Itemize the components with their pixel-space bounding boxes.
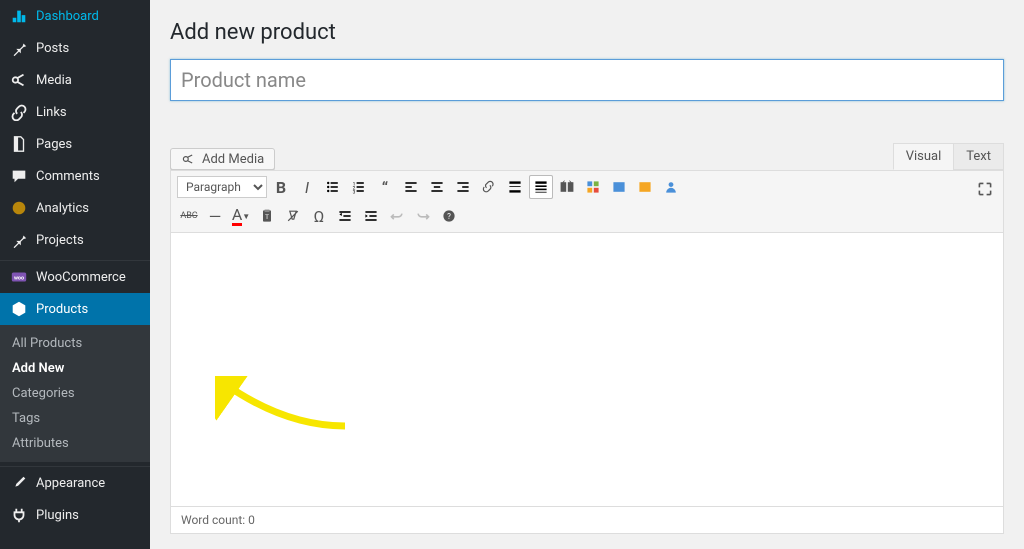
align-right-button[interactable] (451, 175, 475, 199)
sidebar-item-woocommerce[interactable]: woo WooCommerce (0, 261, 150, 293)
media-icon (10, 71, 28, 89)
horizontal-rule-button[interactable]: — (203, 204, 227, 228)
main-content: Add new product Add Media Visual Text Pa… (150, 0, 1024, 549)
gallery-button[interactable] (581, 175, 605, 199)
submenu-item-categories[interactable]: Categories (0, 381, 150, 406)
sidebar-item-posts[interactable]: Posts (0, 32, 150, 64)
user-button[interactable] (659, 175, 683, 199)
media-icon (181, 151, 197, 167)
comment-icon (10, 167, 28, 185)
brush-icon (10, 474, 28, 492)
outdent-button[interactable] (333, 204, 357, 228)
sidebar-item-label: Links (36, 105, 67, 120)
tab-visual[interactable]: Visual (893, 143, 955, 170)
submenu-item-attributes[interactable]: Attributes (0, 431, 150, 456)
indent-button[interactable] (359, 204, 383, 228)
woo-icon: woo (10, 268, 28, 286)
word-count: Word count: 0 (170, 507, 1004, 534)
sidebar-item-projects[interactable]: Projects (0, 224, 150, 256)
sidebar-item-appearance[interactable]: Appearance (0, 467, 150, 499)
svg-text:?: ? (447, 212, 451, 221)
plug-icon (10, 506, 28, 524)
link-icon (10, 103, 28, 121)
paste-text-button[interactable]: T (255, 204, 279, 228)
sidebar-item-pages[interactable]: Pages (0, 128, 150, 160)
sidebar-item-label: Media (36, 73, 72, 88)
strikethrough-button[interactable]: ABC (177, 204, 201, 228)
editor-content[interactable] (170, 233, 1004, 507)
columns-button[interactable] (555, 175, 579, 199)
submenu-item-all-products[interactable]: All Products (0, 331, 150, 356)
sidebar-item-plugins[interactable]: Plugins (0, 499, 150, 531)
dashboard-icon (10, 7, 28, 25)
table-blue-button[interactable] (607, 175, 631, 199)
editor-toolbar: Paragraph B I 123 “ ABC — A ▼ T Ω ? (170, 170, 1004, 233)
page-icon (10, 135, 28, 153)
readmore-button[interactable] (503, 175, 527, 199)
submenu-item-tags[interactable]: Tags (0, 406, 150, 431)
sidebar-item-products[interactable]: Products (0, 293, 150, 325)
sidebar-item-comments[interactable]: Comments (0, 160, 150, 192)
sidebar-item-label: Products (36, 302, 88, 317)
sidebar-item-label: Pages (36, 137, 72, 152)
product-name-input[interactable] (170, 59, 1004, 101)
sidebar-item-label: Appearance (36, 476, 105, 491)
italic-button[interactable]: I (295, 175, 319, 199)
clear-formatting-button[interactable] (281, 204, 305, 228)
table-orange-button[interactable] (633, 175, 657, 199)
add-media-button[interactable]: Add Media (170, 148, 275, 170)
align-left-button[interactable] (399, 175, 423, 199)
toolbar-toggle-button[interactable] (529, 175, 553, 199)
sidebar-item-label: WooCommerce (36, 270, 126, 285)
globe-icon (10, 199, 28, 217)
textcolor-button[interactable]: A ▼ (229, 204, 253, 228)
add-media-label: Add Media (202, 152, 264, 167)
svg-text:woo: woo (14, 276, 24, 282)
products-submenu: All Products Add New Categories Tags Att… (0, 325, 150, 462)
blockquote-button[interactable]: “ (373, 175, 397, 199)
help-button[interactable]: ? (437, 204, 461, 228)
special-char-button[interactable]: Ω (307, 204, 331, 228)
sidebar-item-label: Projects (36, 233, 84, 248)
sidebar-item-media[interactable]: Media (0, 64, 150, 96)
page-title: Add new product (170, 20, 1004, 45)
admin-sidebar: Dashboard Posts Media Links Pages Commen… (0, 0, 150, 549)
redo-button[interactable] (411, 204, 435, 228)
pin-icon (10, 39, 28, 57)
undo-button[interactable] (385, 204, 409, 228)
sidebar-item-dashboard[interactable]: Dashboard (0, 0, 150, 32)
sidebar-item-links[interactable]: Links (0, 96, 150, 128)
fullscreen-button[interactable] (973, 177, 997, 201)
sidebar-item-label: Dashboard (36, 9, 99, 24)
sidebar-item-label: Posts (36, 41, 69, 56)
sidebar-item-label: Analytics (36, 201, 89, 216)
tab-text[interactable]: Text (953, 143, 1004, 170)
svg-text:3: 3 (353, 189, 356, 195)
sidebar-item-label: Comments (36, 169, 100, 184)
products-icon (10, 300, 28, 318)
svg-text:T: T (265, 213, 269, 221)
pin-icon (10, 231, 28, 249)
link-button[interactable] (477, 175, 501, 199)
number-list-button[interactable]: 123 (347, 175, 371, 199)
sidebar-item-analytics[interactable]: Analytics (0, 192, 150, 224)
sidebar-item-label: Plugins (36, 508, 79, 523)
bullet-list-button[interactable] (321, 175, 345, 199)
bold-button[interactable]: B (269, 175, 293, 199)
submenu-item-add-new[interactable]: Add New (0, 356, 150, 381)
format-select[interactable]: Paragraph (177, 176, 267, 198)
align-center-button[interactable] (425, 175, 449, 199)
